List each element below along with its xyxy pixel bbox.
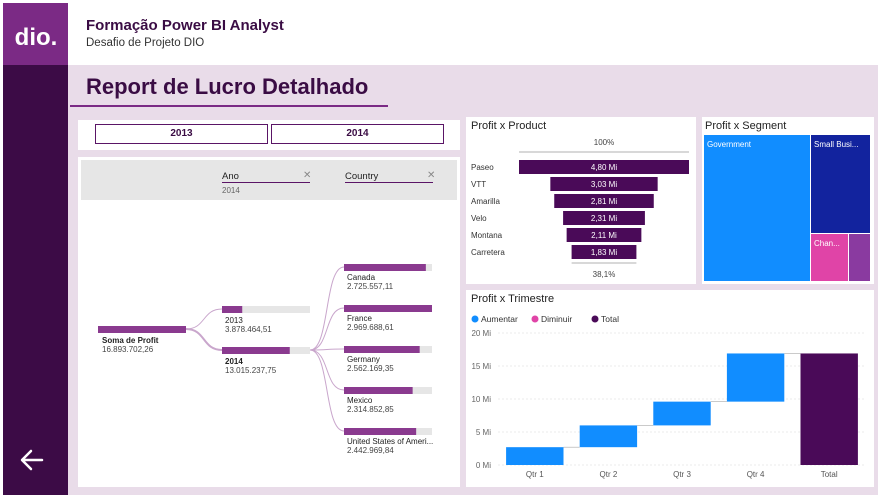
treemap-tile [704, 135, 810, 281]
country-label: Mexico [347, 396, 373, 405]
report-title: Report de Lucro Detalhado [86, 74, 369, 99]
connector-country [309, 266, 345, 351]
treemap-label: Chan... [814, 239, 840, 248]
funnel-bottom-percent: 38,1% [593, 270, 616, 279]
country-value: 2.725.557,11 [347, 282, 394, 291]
logo-block: dio. [3, 3, 68, 65]
treemap-tile [849, 234, 870, 281]
year-bar [222, 306, 243, 313]
waterfall-bar [506, 447, 564, 465]
legend-marker [591, 315, 599, 323]
connector-country [309, 349, 345, 432]
x-tick-label: Qtr 2 [600, 470, 618, 479]
funnel-label: Velo [471, 214, 487, 223]
slicer-option-2013[interactable]: 2013 [95, 124, 268, 144]
treemap-title: Profit x Segment [705, 120, 787, 132]
country-label: United States of Ameri... [347, 437, 433, 446]
legend-label: Diminuir [541, 314, 572, 324]
country-value: 2.314.852,85 [347, 405, 394, 414]
country-bar [344, 428, 417, 435]
connector-year [185, 308, 223, 330]
sidebar [3, 65, 68, 495]
legend-marker [531, 315, 539, 323]
funnel-value: 2,81 Mi [591, 197, 617, 206]
y-tick-label: 15 Mi [471, 362, 491, 371]
app-title: Formação Power BI Analyst [86, 17, 284, 34]
waterfall-bar [726, 353, 785, 402]
root-label: Soma de Profit [102, 336, 159, 345]
funnel-label: VTT [471, 180, 486, 189]
filter-label-ano: Ano [222, 171, 239, 182]
country-label: France [347, 314, 372, 323]
y-tick-label: 5 Mi [476, 428, 491, 437]
waterfall-chart[interactable]: Aumentar Diminuir Total 0 Mi 5 Mi 10 Mi 15 Mi 2… [466, 308, 874, 487]
country-label: Germany [347, 355, 380, 364]
funnel-label: Amarilla [471, 197, 500, 206]
country-value: 2.442.969,84 [347, 446, 394, 455]
treemap-label: Government [707, 140, 752, 149]
year-label: 2014 [225, 357, 243, 366]
funnel-label: Paseo [471, 163, 494, 172]
y-tick-label: 0 Mi [476, 461, 491, 470]
filter-value-ano: 2014 [222, 186, 240, 195]
treemap-chart[interactable]: Government Small Busi... Chan... [704, 135, 872, 283]
svg-text:dio.: dio. [15, 24, 58, 51]
slicer-option-2014[interactable]: 2014 [271, 124, 444, 144]
connector-country [309, 349, 345, 391]
funnel-value: 4,80 Mi [591, 163, 617, 172]
x-tick-label: Qtr 3 [673, 470, 691, 479]
title-underline [70, 105, 388, 107]
country-bar [344, 305, 432, 312]
country-label: Canada [347, 273, 376, 282]
filter-label-country: Country [345, 171, 379, 182]
connector-year [185, 328, 223, 351]
year-bar [222, 347, 290, 354]
y-tick-label: 10 Mi [471, 395, 491, 404]
y-tick-label: 20 Mi [471, 329, 491, 338]
year-value: 3.878.464,51 [225, 325, 272, 334]
funnel-value: 2,31 Mi [591, 214, 617, 223]
legend-label: Aumentar [481, 314, 518, 324]
dio-logo-icon: dio. [15, 24, 58, 51]
legend-marker [471, 315, 479, 323]
treemap-label: Small Busi... [814, 140, 858, 149]
year-value: 13.015.237,75 [225, 366, 277, 375]
decomposition-header [81, 160, 457, 200]
year-label: 2013 [225, 316, 243, 325]
country-bar [344, 264, 426, 271]
country-bar [344, 346, 420, 353]
funnel-value: 2,11 Mi [591, 231, 617, 240]
waterfall-bar [579, 425, 638, 448]
report-canvas: dio. Formação Power BI Analyst Desafio d… [0, 0, 881, 495]
legend-label: Total [601, 314, 619, 324]
x-tick-label: Total [821, 470, 838, 479]
remove-filter-country-icon[interactable]: ✕ [427, 170, 435, 181]
x-tick-label: Qtr 4 [747, 470, 765, 479]
filter-underline-ano [222, 182, 310, 183]
funnel-top-percent: 100% [594, 138, 614, 147]
root-bar [98, 326, 186, 333]
funnel-chart[interactable]: 100% Paseo 4,80 Mi VTT 3,03 Mi Amarilla 2,81 M… [466, 132, 696, 284]
remove-filter-ano-icon[interactable]: ✕ [303, 170, 311, 181]
country-value: 2.562.169,35 [347, 364, 394, 373]
decomposition-tree[interactable]: Soma de Profit16.893.702,26 20133.878.464… [78, 200, 460, 487]
waterfall-bar [800, 353, 858, 465]
treemap-tile [811, 135, 870, 233]
funnel-label: Montana [471, 231, 503, 240]
country-value: 2.969.688,61 [347, 323, 394, 332]
x-tick-label: Qtr 1 [526, 470, 544, 479]
back-arrow-icon[interactable] [18, 446, 46, 474]
waterfall-title: Profit x Trimestre [471, 293, 555, 305]
funnel-value: 1,83 Mi [591, 248, 617, 257]
connector-country [309, 307, 345, 351]
funnel-value: 3,03 Mi [591, 180, 617, 189]
funnel-title: Profit x Product [471, 120, 547, 132]
funnel-label: Carretera [471, 248, 505, 257]
app-subtitle: Desafio de Projeto DIO [86, 37, 205, 49]
header-bar [68, 3, 878, 65]
root-value: 16.893.702,26 [102, 345, 154, 354]
filter-underline-country [345, 182, 433, 183]
waterfall-bar [653, 401, 711, 426]
country-bar [344, 387, 413, 394]
